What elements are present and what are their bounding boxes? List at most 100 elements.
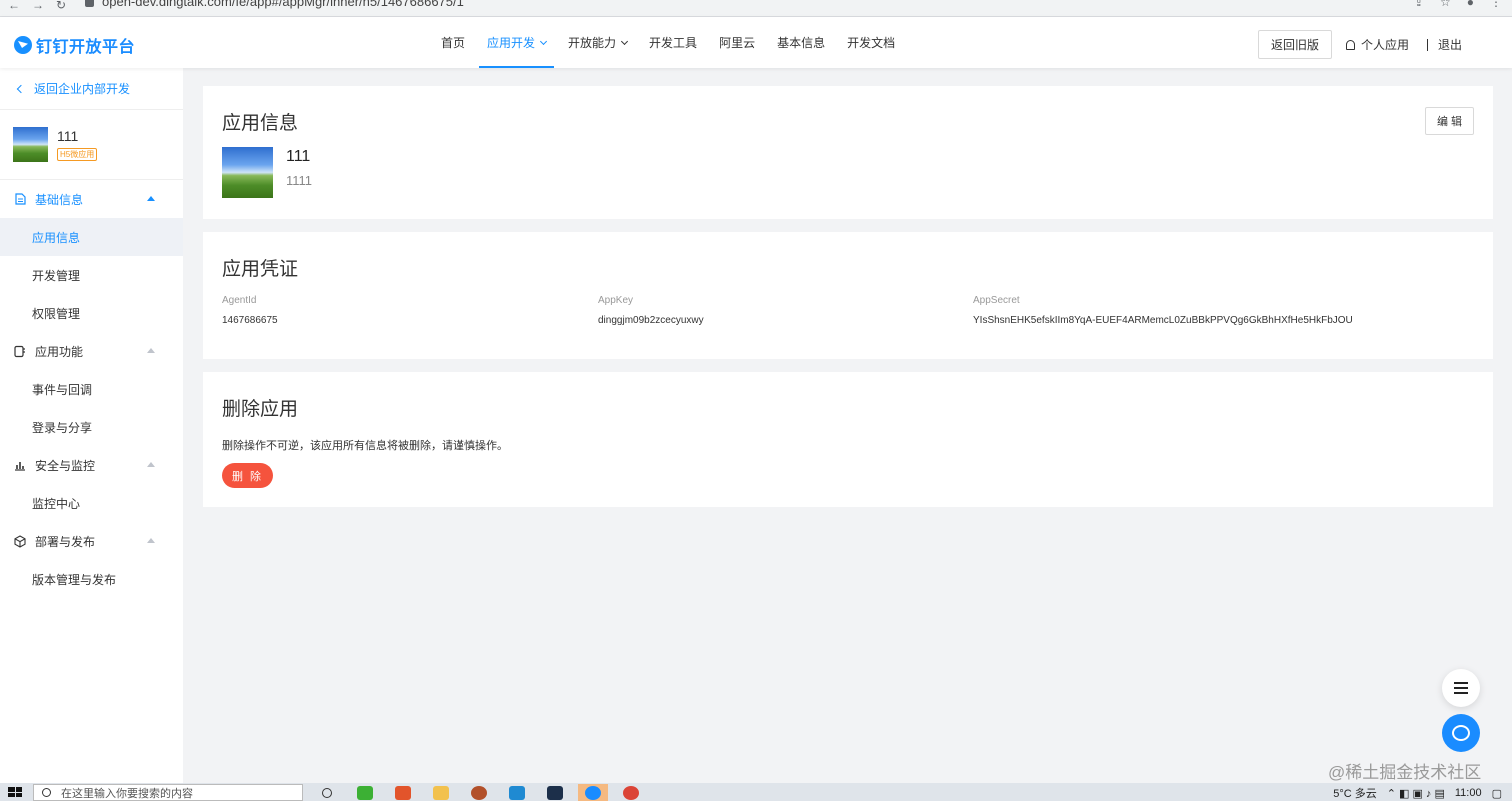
group-label: 安全与监控 [35,458,96,473]
nav-label: 首页 [441,36,466,50]
nav-label: 开发工具 [649,36,698,50]
nav-item-app-dev[interactable]: 应用开发 [476,17,557,68]
nav-label: 应用开发 [487,36,536,50]
system-tray: 5°C 多云 ⌃ ◧ ▣ ♪ ▤ 11:00 ▢ [1333,785,1502,801]
windows-taskbar: 在这里输入你要搜索的内容 5°C 多云 ⌃ ◧ ▣ ♪ ▤ 11:00 ▢ [0,783,1512,801]
chrome-icon[interactable] [616,784,646,801]
lock-icon [85,0,94,7]
caret-up-icon [147,348,155,353]
forward-arrow-icon[interactable]: → [32,0,44,12]
logo[interactable]: 钉钉开放平台 [14,33,135,57]
vscode-icon[interactable] [502,784,532,801]
app-type-badge: H5微应用 [57,148,98,161]
nav-item-open-capabilities[interactable]: 开放能力 [557,17,638,68]
app-info-panel: 应用信息 编 辑 111 1111 [203,86,1493,219]
back-arrow-icon[interactable]: ← [8,0,20,12]
caret-up-icon [147,462,155,467]
sidebar-item-app-info[interactable]: 应用信息 [0,218,183,256]
document-icon [14,193,26,205]
app-name: 111 [57,128,79,144]
group-label: 基础信息 [35,192,84,207]
list-icon [1454,682,1468,684]
star-icon[interactable]: ☆ [1440,0,1451,9]
chevron-down-icon [539,37,548,45]
sidebar-item-events-callbacks[interactable]: 事件与回调 [0,370,183,408]
app-name: 111 [286,148,311,165]
wechat-icon[interactable] [350,784,380,801]
weather-text[interactable]: 5°C 多云 [1333,785,1377,801]
nav-item-dev-tools[interactable]: 开发工具 [638,17,708,68]
field-label: AppSecret [973,295,1020,306]
personal-apps-link[interactable]: 个人应用 [1345,36,1409,53]
edit-button[interactable]: 编 辑 [1424,107,1474,135]
nav-label: 开放能力 [568,36,617,50]
back-label: 返回企业内部开发 [34,82,131,96]
sidebar-item-version-publish[interactable]: 版本管理与发布 [0,560,183,598]
personal-apps-label: 个人应用 [1360,38,1409,52]
list-icon [1454,692,1468,694]
nav-item-aliyun[interactable]: 阿里云 [708,17,766,68]
sidebar-item-permissions[interactable]: 权限管理 [0,294,183,332]
media-player-icon[interactable] [388,784,418,801]
caret-up-icon [147,538,155,543]
dingtalk-taskbar-icon[interactable] [578,784,608,801]
back-to-old-version-button[interactable]: 返回旧版 [1257,30,1332,59]
chat-bubble-icon [1452,725,1470,741]
nav-label: 基本信息 [777,36,826,50]
browser-nav: ← → ↻ [0,0,70,12]
share-icon[interactable]: ⇪ [1414,0,1424,9]
clock-time[interactable]: 11:00 [1455,787,1482,799]
nav-item-dev-docs[interactable]: 开发文档 [836,17,906,68]
search-placeholder: 在这里输入你要搜索的内容 [61,787,193,800]
chevron-left-icon [16,84,26,93]
taskbar-apps [312,784,646,801]
checklist-float-button[interactable] [1442,669,1480,707]
field-label: AgentId [222,295,257,306]
delete-button[interactable]: 删 除 [222,463,273,488]
sidebar-group-security-monitoring[interactable]: 安全与监控 [0,446,183,484]
windows-start-icon[interactable] [8,787,22,797]
help-chat-float-button[interactable] [1442,714,1480,752]
browser-toolbar: ← → ↻ open-dev.dingtalk.com/fe/app#/appM… [0,0,1512,17]
back-to-internal-dev-link[interactable]: 返回企业内部开发 [0,68,183,110]
sidebar-item-dev-management[interactable]: 开发管理 [0,256,183,294]
file-explorer-icon[interactable] [426,784,456,801]
reload-icon[interactable]: ↻ [56,0,66,12]
field-value: YIsShsnEHK5efskIIm8YqA-EUEF4ARMemcL0ZuBB… [973,315,1353,326]
nav-label: 开发文档 [847,36,896,50]
menu-dots-icon[interactable]: ⋮ [1490,0,1502,9]
logout-link[interactable]: 退出 [1438,36,1462,53]
game-icon[interactable] [464,784,494,801]
profile-icon[interactable]: ● [1467,0,1474,9]
address-bar[interactable]: open-dev.dingtalk.com/fe/app#/appMgr/inn… [85,0,464,9]
task-view-icon[interactable] [312,784,342,801]
nav-item-home[interactable]: 首页 [430,17,476,68]
group-label: 应用功能 [35,344,84,359]
watermark: @稀土掘金技术社区 [1328,763,1482,782]
item-label: 版本管理与发布 [32,572,117,587]
credentials-panel: 应用凭证 AgentId 1467686675 AppKey dinggjm09… [203,232,1493,359]
taskbar-search-input[interactable]: 在这里输入你要搜索的内容 [33,784,303,801]
item-label: 事件与回调 [32,382,93,397]
tray-icons[interactable]: ⌃ ◧ ▣ ♪ ▤ [1387,787,1445,800]
top-nav: 首页 应用开发 开放能力 开发工具 阿里云 基本信息 开发文档 [430,17,906,68]
app-info-title: 应用信息 [222,113,299,134]
dev-tool-icon[interactable] [540,784,570,801]
bar-chart-icon [14,459,26,471]
sidebar-group-basic-info[interactable]: 基础信息 [0,180,183,218]
top-header: 钉钉开放平台 首页 应用开发 开放能力 开发工具 阿里云 基本信息 开发文档 返… [0,17,1512,68]
sidebar-item-monitoring-center[interactable]: 监控中心 [0,484,183,522]
sidebar-item-login-share[interactable]: 登录与分享 [0,408,183,446]
divider [1426,38,1428,51]
sidebar-group-deploy-publish[interactable]: 部署与发布 [0,522,183,560]
item-label: 登录与分享 [32,420,93,435]
item-label: 监控中心 [32,496,81,511]
delete-app-panel: 删除应用 删除操作不可逆，该应用所有信息将被删除，请谨慎操作。 删 除 [203,372,1493,507]
chevron-down-icon [621,37,629,45]
nav-item-basic-info[interactable]: 基本信息 [766,17,836,68]
sidebar: 返回企业内部开发 111 H5微应用 基础信息 应用信息 开发管理 权限管理 应… [0,68,183,783]
sidebar-group-app-functions[interactable]: 应用功能 [0,332,183,370]
app-secret-field: AppSecret YIsShsnEHK5efskIIm8YqA-EUEF4AR… [973,295,1353,326]
notification-icon[interactable]: ▢ [1492,787,1502,800]
list-icon [1454,687,1468,689]
